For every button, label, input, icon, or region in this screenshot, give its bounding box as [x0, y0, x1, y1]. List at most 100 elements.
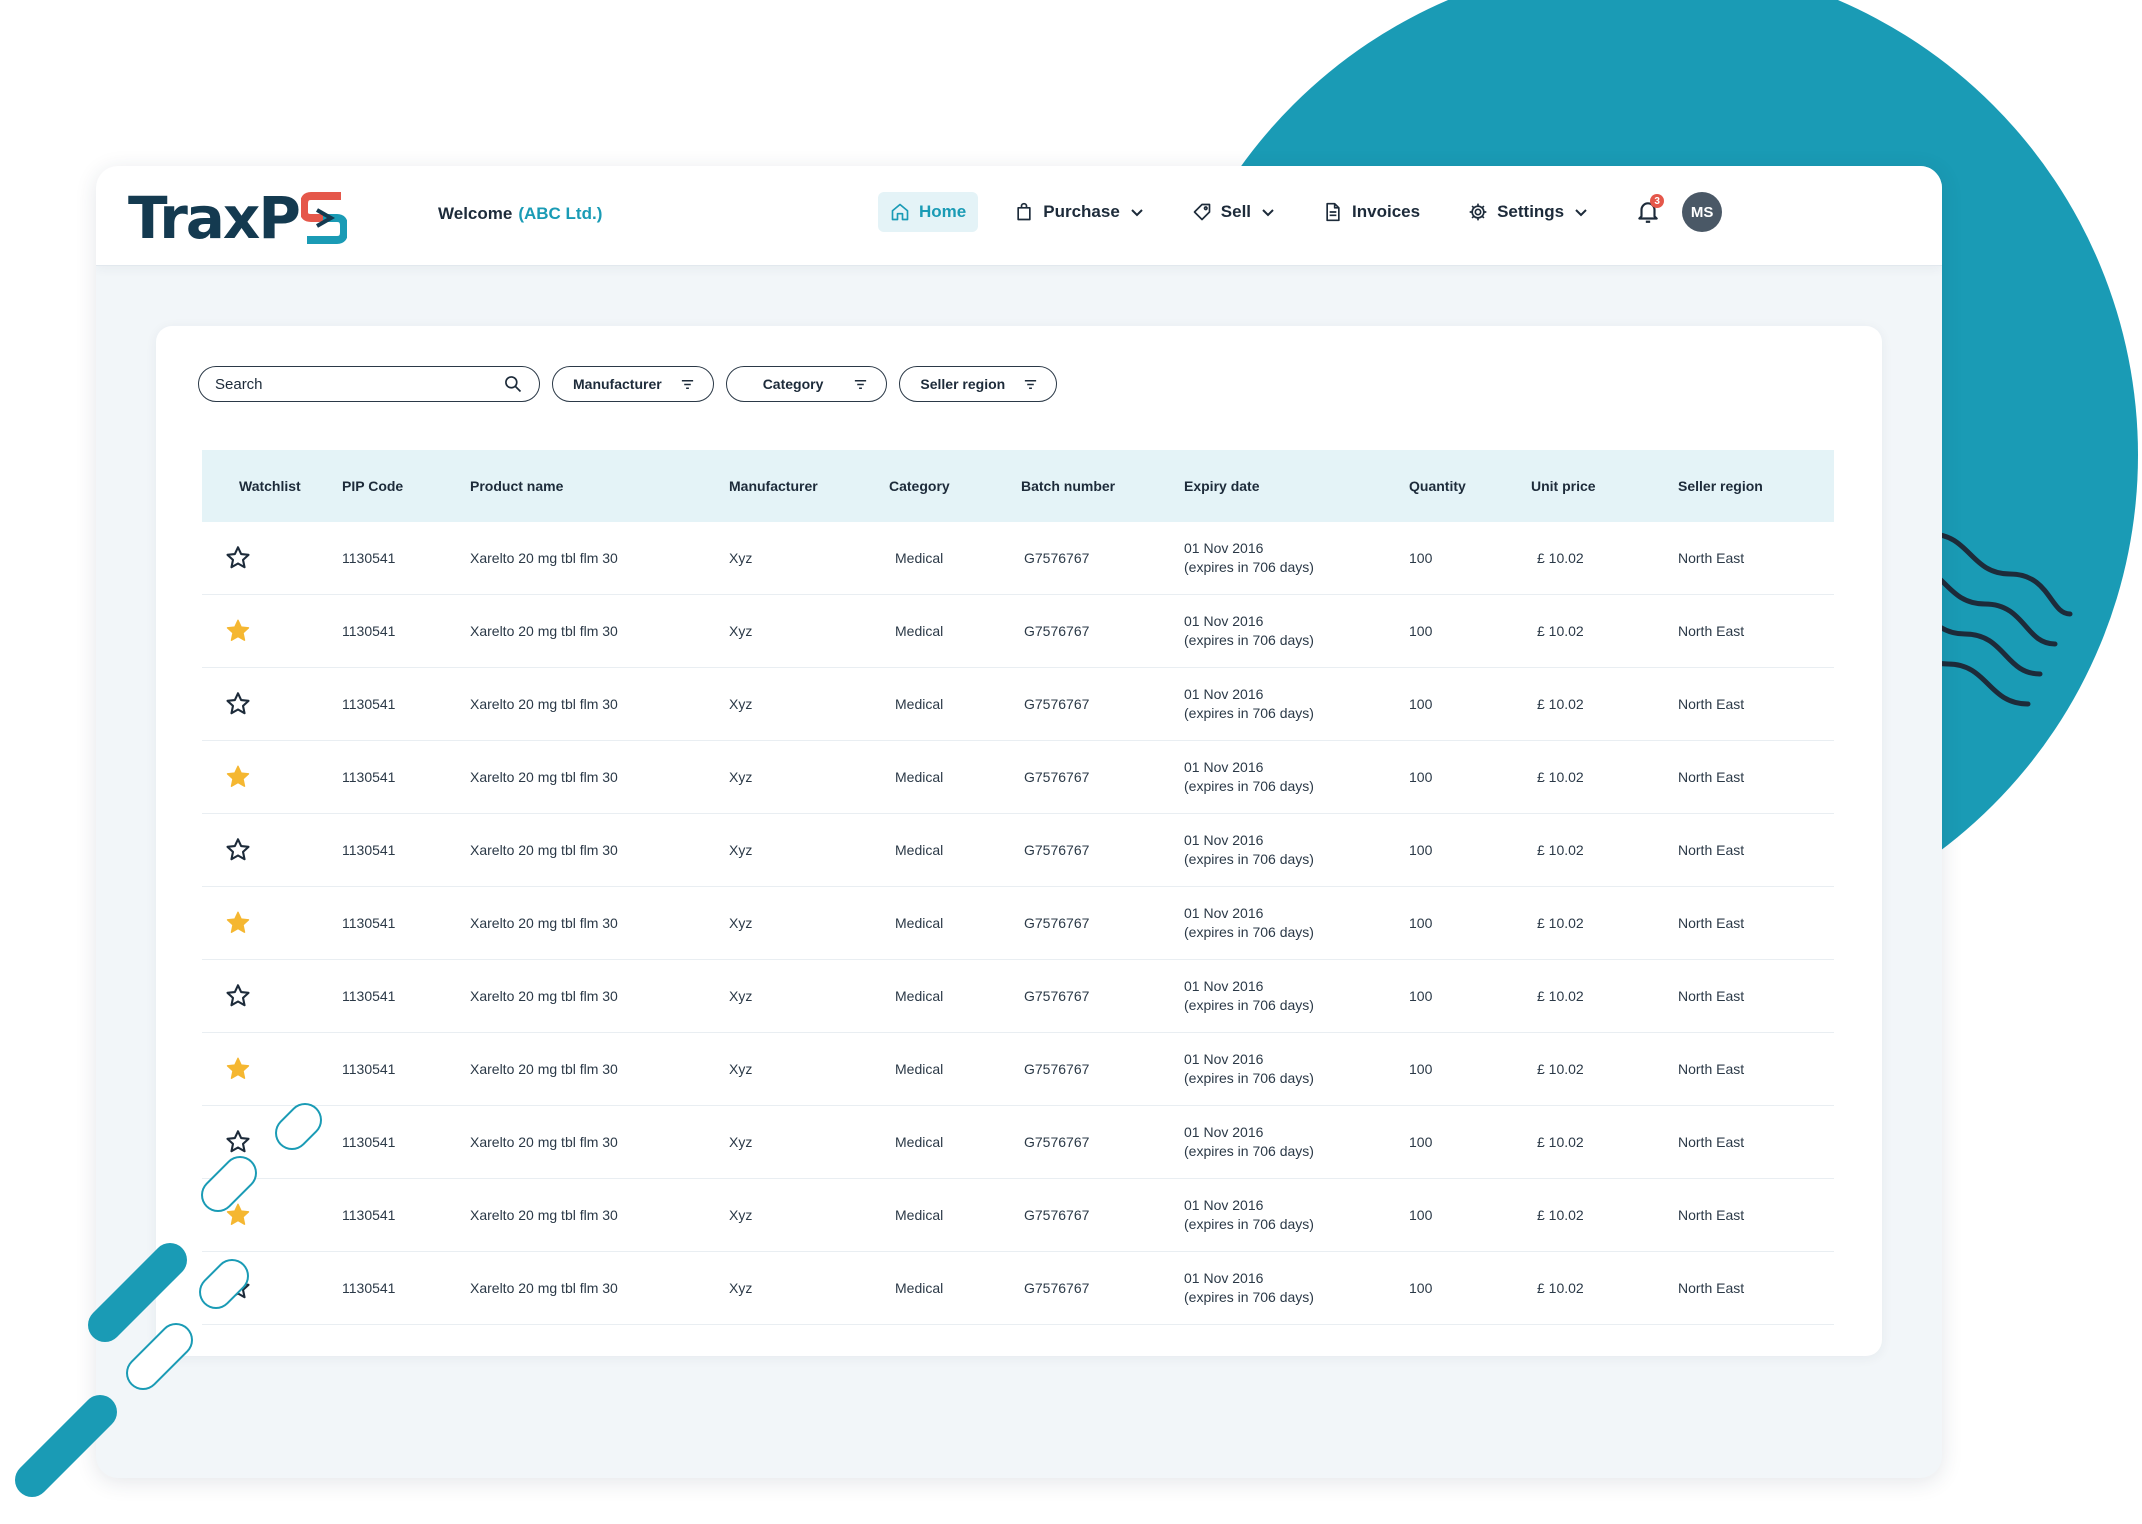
expiry-date: 01 Nov 2016: [1184, 1124, 1264, 1141]
nav-sell[interactable]: Sell: [1180, 192, 1287, 232]
star-outline-icon[interactable]: [224, 690, 252, 718]
expiry-date: 01 Nov 2016: [1184, 1051, 1264, 1068]
table-row[interactable]: 1130541 Xarelto 20 mg tbl flm 30 Xyz Medica…: [202, 522, 1834, 595]
category-filter-button[interactable]: Category: [725, 366, 888, 402]
watchlist-toggle[interactable]: [202, 982, 342, 1010]
cell-product-name: Xarelto 20 mg tbl flm 30: [470, 550, 618, 566]
table-row[interactable]: 1130541 Xarelto 20 mg tbl flm 30 Xyz Medica…: [202, 1033, 1834, 1106]
cell-seller-region: North East: [1678, 550, 1745, 566]
column-header-watchlist[interactable]: Watchlist: [202, 478, 342, 494]
column-header-product-name[interactable]: Product name: [470, 478, 729, 494]
cell-quantity: 100: [1409, 1207, 1433, 1223]
column-header-pip-code[interactable]: PIP Code: [342, 478, 470, 494]
table-row[interactable]: 1130541 Xarelto 20 mg tbl flm 30 Xyz Medica…: [202, 595, 1834, 668]
table-header: Watchlist PIP Code Product name Manufact…: [202, 450, 1834, 522]
cell-product-name: Xarelto 20 mg tbl flm 30: [470, 1280, 618, 1296]
cell-category: Medical: [895, 550, 944, 566]
gear-icon: [1469, 203, 1487, 221]
cell-product-name: Xarelto 20 mg tbl flm 30: [470, 769, 618, 785]
expiry-date: 01 Nov 2016: [1184, 759, 1264, 776]
cell-quantity: 100: [1409, 696, 1433, 712]
cell-category: Medical: [895, 696, 944, 712]
cell-category: Medical: [895, 988, 944, 1004]
table-row[interactable]: 1130541 Xarelto 20 mg tbl flm 30 Xyz Medica…: [202, 1252, 1834, 1325]
nav-home[interactable]: Home: [878, 192, 979, 232]
column-header-batch-number[interactable]: Batch number: [1021, 478, 1184, 494]
table-row[interactable]: 1130541 Xarelto 20 mg tbl flm 30 Xyz Medica…: [202, 668, 1834, 741]
cell-batch-number: G7576767: [1024, 1061, 1090, 1077]
nav-purchase[interactable]: Purchase: [1002, 192, 1156, 232]
filter-icon: [855, 379, 867, 389]
expiry-note: (expires in 706 days): [1184, 997, 1314, 1013]
star-filled-icon[interactable]: [224, 617, 252, 645]
star-outline-icon[interactable]: [224, 982, 252, 1010]
star-filled-icon[interactable]: [224, 763, 252, 791]
cell-batch-number: G7576767: [1024, 1134, 1090, 1150]
column-header-seller-region[interactable]: Seller region: [1678, 478, 1834, 494]
column-header-quantity[interactable]: Quantity: [1409, 478, 1531, 494]
watchlist-toggle[interactable]: [202, 617, 342, 645]
cell-manufacturer: Xyz: [729, 988, 753, 1004]
table-row[interactable]: 1130541 Xarelto 20 mg tbl flm 30 Xyz Medica…: [202, 741, 1834, 814]
star-filled-icon[interactable]: [224, 1055, 252, 1083]
search-icon[interactable]: [503, 374, 523, 394]
column-header-category[interactable]: Category: [889, 478, 1021, 494]
expiry-note: (expires in 706 days): [1184, 632, 1314, 648]
cell-manufacturer: Xyz: [729, 550, 753, 566]
cell-seller-region: North East: [1678, 1061, 1745, 1077]
cell-category: Medical: [895, 1280, 944, 1296]
table-row[interactable]: 1130541 Xarelto 20 mg tbl flm 30 Xyz Medica…: [202, 960, 1834, 1033]
column-header-expiry-date[interactable]: Expiry date: [1184, 477, 1409, 496]
column-header-unit-price[interactable]: Unit price: [1531, 478, 1678, 494]
decorative-pills: [15, 1103, 322, 1497]
nav-invoices[interactable]: Invoices: [1311, 192, 1432, 232]
manufacturer-filter-button[interactable]: Manufacturer: [552, 366, 714, 402]
products-table: Watchlist PIP Code Product name Manufact…: [202, 450, 1834, 1325]
nav-settings[interactable]: Settings: [1456, 192, 1600, 232]
company-name: (ABC Ltd.): [518, 204, 603, 223]
cell-seller-region: North East: [1678, 915, 1745, 931]
cell-category: Medical: [895, 623, 944, 639]
watchlist-toggle[interactable]: [202, 836, 342, 864]
watchlist-toggle[interactable]: [202, 763, 342, 791]
table-row[interactable]: 1130541 Xarelto 20 mg tbl flm 30 Xyz Medica…: [202, 1106, 1834, 1179]
notifications-button[interactable]: 3: [1628, 192, 1668, 232]
watchlist-toggle[interactable]: [202, 909, 342, 937]
cell-batch-number: G7576767: [1024, 988, 1090, 1004]
cell-category: Medical: [895, 769, 944, 785]
expiry-date: 01 Nov 2016: [1184, 540, 1264, 557]
cell-quantity: 100: [1409, 769, 1433, 785]
search-box[interactable]: [198, 366, 540, 402]
cell-batch-number: G7576767: [1024, 1207, 1090, 1223]
column-header-manufacturer[interactable]: Manufacturer: [729, 478, 889, 494]
cell-manufacturer: Xyz: [729, 1134, 753, 1150]
watchlist-toggle[interactable]: [202, 544, 342, 572]
seller-region-filter-button[interactable]: Seller region: [899, 366, 1058, 402]
cell-product-name: Xarelto 20 mg tbl flm 30: [470, 1134, 618, 1150]
cell-manufacturer: Xyz: [729, 623, 753, 639]
table-row[interactable]: 1130541 Xarelto 20 mg tbl flm 30 Xyz Medica…: [202, 814, 1834, 887]
traxps-logo[interactable]: TraxP: [128, 186, 347, 250]
watchlist-toggle[interactable]: [202, 690, 342, 718]
expiry-date: 01 Nov 2016: [1184, 613, 1264, 630]
watchlist-toggle[interactable]: [202, 1055, 342, 1083]
cell-batch-number: G7576767: [1024, 842, 1090, 858]
star-filled-icon[interactable]: [224, 909, 252, 937]
expiry-date: 01 Nov 2016: [1184, 686, 1264, 703]
cell-unit-price: £ 10.02: [1537, 696, 1584, 712]
search-input[interactable]: [215, 375, 503, 393]
cell-product-name: Xarelto 20 mg tbl flm 30: [470, 915, 618, 931]
cell-batch-number: G7576767: [1024, 769, 1090, 785]
app-window: TraxP Welcome (ABC Ltd.) Home Purchase S…: [96, 166, 1942, 1478]
cell-product-name: Xarelto 20 mg tbl flm 30: [470, 1207, 618, 1223]
table-row[interactable]: 1130541 Xarelto 20 mg tbl flm 30 Xyz Medica…: [202, 1179, 1834, 1252]
cell-manufacturer: Xyz: [729, 1207, 753, 1223]
welcome-message: Welcome (ABC Ltd.): [438, 204, 602, 224]
star-outline-icon[interactable]: [224, 836, 252, 864]
cell-batch-number: G7576767: [1024, 1280, 1090, 1296]
expiry-note: (expires in 706 days): [1184, 1216, 1314, 1232]
table-row[interactable]: 1130541 Xarelto 20 mg tbl flm 30 Xyz Medica…: [202, 887, 1834, 960]
star-outline-icon[interactable]: [224, 544, 252, 572]
expiry-note: (expires in 706 days): [1184, 1289, 1314, 1305]
user-avatar[interactable]: MS: [1682, 192, 1723, 232]
